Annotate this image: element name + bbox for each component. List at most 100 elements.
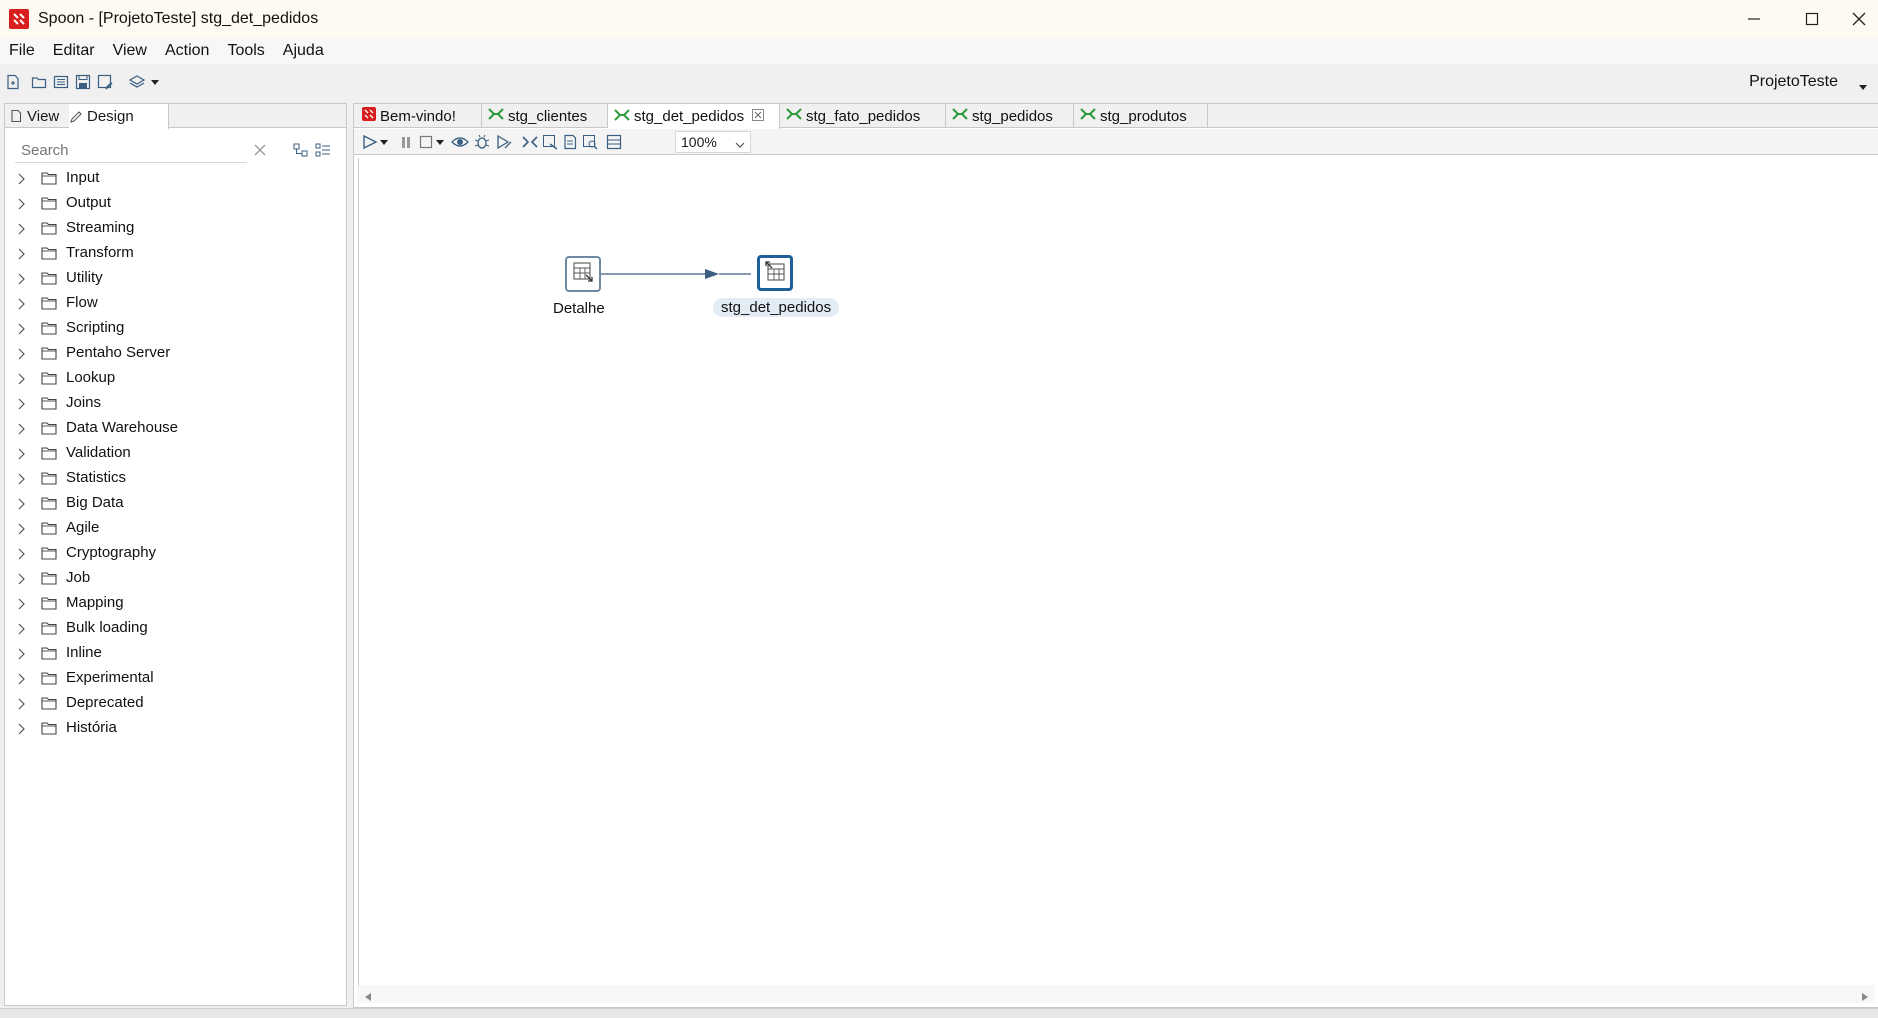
- stop-options-dropdown-icon[interactable]: [434, 133, 446, 151]
- menu-action[interactable]: Action: [165, 42, 209, 60]
- tree-category-label: Job: [66, 569, 91, 586]
- chevron-right-icon[interactable]: [17, 372, 27, 389]
- explore-db-icon[interactable]: [580, 133, 600, 151]
- chevron-right-icon[interactable]: [17, 172, 27, 189]
- tab-design[interactable]: Design: [69, 104, 169, 129]
- layers-dropdown-icon[interactable]: [148, 71, 162, 93]
- run-options-dropdown-icon[interactable]: [378, 133, 390, 151]
- analyze-impact-icon[interactable]: [540, 133, 560, 151]
- new-file-icon[interactable]: [2, 71, 24, 93]
- tab-stg-clientes[interactable]: stg_clientes: [482, 104, 608, 128]
- chevron-right-icon[interactable]: [17, 572, 27, 589]
- menu-tools[interactable]: Tools: [227, 42, 264, 60]
- chevron-right-icon[interactable]: [17, 547, 27, 564]
- tree-category[interactable]: Streaming: [5, 216, 345, 241]
- scroll-right-icon[interactable]: [1861, 989, 1869, 1006]
- menu-view[interactable]: View: [113, 42, 147, 60]
- perspective-label[interactable]: ProjetoTeste: [1749, 73, 1838, 91]
- menu-editar[interactable]: Editar: [53, 42, 95, 60]
- layers-icon[interactable]: [126, 71, 148, 93]
- tab-stg-pedidos[interactable]: stg_pedidos: [946, 104, 1074, 128]
- tree-category[interactable]: Input: [5, 166, 345, 191]
- tree-category[interactable]: Lookup: [5, 366, 345, 391]
- tab-bem-vindo[interactable]: Bem-vindo!: [356, 104, 482, 128]
- preview-icon[interactable]: [450, 133, 470, 151]
- chevron-right-icon[interactable]: [17, 672, 27, 689]
- tree-category[interactable]: Utility: [5, 266, 345, 291]
- tree-category[interactable]: Inline: [5, 641, 345, 666]
- tree-category[interactable]: Agile: [5, 516, 345, 541]
- show-results-icon[interactable]: [604, 133, 624, 151]
- chevron-right-icon[interactable]: [17, 347, 27, 364]
- tree-category[interactable]: Validation: [5, 441, 345, 466]
- tree-category[interactable]: Cryptography: [5, 541, 345, 566]
- menu-ajuda[interactable]: Ajuda: [283, 42, 324, 60]
- clear-search-icon[interactable]: [253, 143, 267, 161]
- close-tab-icon[interactable]: [752, 108, 765, 125]
- tree-category[interactable]: Bulk loading: [5, 616, 345, 641]
- chevron-right-icon[interactable]: [17, 197, 27, 214]
- stop-icon[interactable]: [416, 133, 436, 151]
- close-window-button[interactable]: [1840, 0, 1878, 38]
- scroll-left-icon[interactable]: [364, 989, 372, 1006]
- zoom-select[interactable]: 100%: [675, 131, 751, 153]
- chevron-right-icon[interactable]: [17, 622, 27, 639]
- verify-icon[interactable]: [520, 133, 540, 151]
- tree-category[interactable]: Pentaho Server: [5, 341, 345, 366]
- tree-category[interactable]: Big Data: [5, 491, 345, 516]
- maximize-button[interactable]: [1784, 0, 1840, 38]
- search-input[interactable]: [15, 139, 247, 161]
- chevron-right-icon[interactable]: [17, 272, 27, 289]
- tree-category[interactable]: Experimental: [5, 666, 345, 691]
- chevron-right-icon[interactable]: [17, 397, 27, 414]
- menu-file[interactable]: File: [9, 42, 35, 60]
- tree-category[interactable]: Data Warehouse: [5, 416, 345, 441]
- tree-category[interactable]: Statistics: [5, 466, 345, 491]
- open-folder-icon[interactable]: [28, 71, 50, 93]
- tree-category-label: Data Warehouse: [66, 419, 179, 436]
- chevron-right-icon[interactable]: [17, 297, 27, 314]
- collapse-all-icon[interactable]: [315, 142, 331, 162]
- chevron-right-icon[interactable]: [17, 322, 27, 339]
- save-as-icon[interactable]: [94, 71, 116, 93]
- chevron-right-icon[interactable]: [17, 722, 27, 739]
- tab-stg-produtos[interactable]: stg_produtos: [1074, 104, 1208, 128]
- explore-repository-icon[interactable]: [50, 71, 72, 93]
- run-icon[interactable]: [360, 133, 380, 151]
- chevron-right-icon[interactable]: [17, 697, 27, 714]
- tree-category[interactable]: Mapping: [5, 591, 345, 616]
- step-stg-det-pedidos[interactable]: [757, 255, 793, 291]
- chevron-right-icon[interactable]: [17, 472, 27, 489]
- chevron-right-icon[interactable]: [17, 422, 27, 439]
- tree-category[interactable]: Job: [5, 566, 345, 591]
- chevron-right-icon[interactable]: [17, 447, 27, 464]
- replay-icon[interactable]: [494, 133, 514, 151]
- tree-category[interactable]: Transform: [5, 241, 345, 266]
- chevron-right-icon[interactable]: [17, 497, 27, 514]
- chevron-right-icon[interactable]: [17, 247, 27, 264]
- tab-stg-fato-pedidos[interactable]: stg_fato_pedidos: [780, 104, 946, 128]
- tree-category[interactable]: Output: [5, 191, 345, 216]
- perspective-dropdown-icon[interactable]: [1858, 78, 1868, 95]
- chevron-right-icon[interactable]: [17, 522, 27, 539]
- chevron-right-icon[interactable]: [17, 647, 27, 664]
- horizontal-scrollbar[interactable]: [358, 985, 1875, 1003]
- pause-icon[interactable]: [396, 133, 416, 151]
- sql-icon[interactable]: [560, 133, 580, 151]
- tab-stg-det-pedidos[interactable]: stg_det_pedidos: [608, 104, 780, 129]
- debug-icon[interactable]: [472, 133, 492, 151]
- chevron-right-icon[interactable]: [17, 597, 27, 614]
- expand-all-icon[interactable]: [293, 142, 309, 162]
- tree-category[interactable]: Scripting: [5, 316, 345, 341]
- folder-icon: [41, 471, 57, 489]
- transformation-canvas[interactable]: Detalhe stg_det_pedidos: [358, 158, 1875, 986]
- tree-category[interactable]: História: [5, 716, 345, 741]
- minimize-button[interactable]: [1726, 0, 1782, 38]
- step-detalhe[interactable]: [565, 256, 601, 292]
- save-icon[interactable]: [72, 71, 94, 93]
- chevron-right-icon[interactable]: [17, 222, 27, 239]
- tree-category[interactable]: Deprecated: [5, 691, 345, 716]
- tab-view[interactable]: View: [9, 104, 59, 128]
- tree-category[interactable]: Flow: [5, 291, 345, 316]
- tree-category[interactable]: Joins: [5, 391, 345, 416]
